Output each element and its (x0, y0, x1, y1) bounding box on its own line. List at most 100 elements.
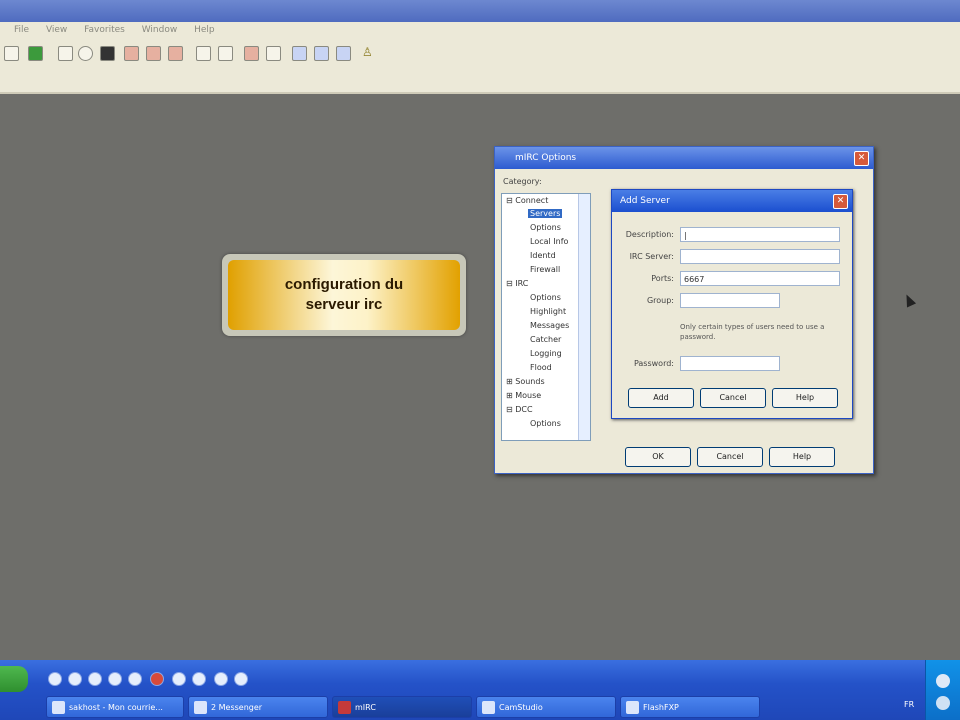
tree-item-highlight[interactable]: Highlight (530, 307, 566, 316)
messenger-task-icon (194, 701, 207, 714)
task-mirc[interactable]: mIRC (332, 696, 472, 718)
scripts-icon[interactable] (100, 46, 115, 61)
tree-item-messages[interactable]: Messages (530, 321, 569, 330)
description-label: Description: (625, 230, 674, 239)
tree-item-flood[interactable]: Flood (530, 363, 552, 372)
app-icon[interactable] (150, 672, 164, 686)
close-icon[interactable]: ✕ (833, 194, 848, 209)
tree-item-irc-options[interactable]: Options (530, 293, 561, 302)
add-server-cancel-button[interactable]: Cancel (700, 388, 766, 408)
ports-field[interactable]: 6667 (680, 271, 840, 286)
mail-task-icon (52, 701, 65, 714)
tray-network-icon[interactable] (936, 696, 950, 710)
options-dialog-title-bar[interactable]: mIRC Options ✕ (495, 147, 873, 169)
channel-list-icon[interactable] (78, 46, 93, 61)
irc-server-field[interactable] (680, 249, 840, 264)
category-label: Category: (503, 177, 542, 186)
timer-icon[interactable] (244, 46, 259, 61)
password-label: Password: (633, 359, 674, 368)
mail-icon[interactable] (128, 672, 142, 686)
tree-item-connect[interactable]: ⊟ Connect (506, 196, 548, 205)
task-label: sakhost - Mon courrie... (69, 703, 163, 712)
tree-item-options[interactable]: Options (530, 223, 561, 232)
address-book-icon[interactable] (124, 46, 139, 61)
tree-item-irc[interactable]: ⊟ IRC (506, 279, 528, 288)
tree-item-catcher[interactable]: Catcher (530, 335, 561, 344)
browser-icon[interactable] (68, 672, 82, 686)
start-button[interactable] (0, 666, 28, 692)
add-server-title: Add Server (620, 196, 670, 206)
tree-item-logging[interactable]: Logging (530, 349, 562, 358)
caption-banner: configuration du serveur irc (222, 254, 466, 336)
mirc-task-icon (338, 701, 351, 714)
close-icon[interactable]: ✕ (854, 151, 869, 166)
colors-icon[interactable] (266, 46, 281, 61)
description-field[interactable]: | (680, 227, 840, 242)
tile-icon[interactable] (314, 46, 329, 61)
dcc-chat-icon[interactable] (168, 46, 183, 61)
arrange-icon[interactable] (336, 46, 351, 61)
folder-icon[interactable] (172, 672, 186, 686)
help-button[interactable]: Help (769, 447, 835, 467)
group-label: Group: (646, 296, 674, 305)
tree-item-servers[interactable]: Servers (528, 209, 563, 218)
caption-banner-inner: configuration du serveur irc (228, 260, 460, 330)
flashfxp-task-icon (626, 701, 639, 714)
task-camstudio[interactable]: CamStudio (476, 696, 616, 718)
group-field[interactable] (680, 293, 780, 308)
dcc-send-icon[interactable] (146, 46, 161, 61)
tree-item-mouse[interactable]: ⊞ Mouse (506, 391, 541, 400)
taskbar: sakhost - Mon courrie... 2 Messenger mIR… (0, 660, 960, 720)
system-tray (925, 660, 960, 720)
options-icon[interactable] (58, 46, 73, 61)
tray-user-icon[interactable] (936, 674, 950, 688)
toolbar: ♙ (0, 40, 960, 94)
notify-icon[interactable] (196, 46, 211, 61)
task-messenger[interactable]: 2 Messenger (188, 696, 328, 718)
player-icon[interactable] (192, 672, 206, 686)
ok-button[interactable]: OK (625, 447, 691, 467)
connect-icon[interactable] (4, 46, 19, 61)
password-note: Only certain types of users need to use … (680, 323, 825, 341)
options-dialog-title: mIRC Options (515, 153, 577, 163)
messenger-icon[interactable] (108, 672, 122, 686)
add-button[interactable]: Add (628, 388, 694, 408)
menu-file[interactable]: File (14, 25, 29, 35)
add-server-help-button[interactable]: Help (772, 388, 838, 408)
category-tree[interactable]: ⊟ Connect Servers Options Local Info Ide… (501, 193, 591, 441)
task-label: 2 Messenger (211, 703, 263, 712)
menu-help[interactable]: Help (194, 25, 215, 35)
tree-item-dcc-options[interactable]: Options (530, 419, 561, 428)
help-icon[interactable]: ♙ (362, 46, 375, 59)
task-flashfxp[interactable]: FlashFXP (620, 696, 760, 718)
menu-view[interactable]: View (46, 25, 67, 35)
cascade-icon[interactable] (292, 46, 307, 61)
add-server-title-bar[interactable]: Add Server ✕ (612, 190, 852, 212)
tree-item-firewall[interactable]: Firewall (530, 265, 560, 274)
task-label: mIRC (355, 703, 376, 712)
menu-window[interactable]: Window (142, 25, 178, 35)
task-mail[interactable]: sakhost - Mon courrie... (46, 696, 184, 718)
tree-item-local-info[interactable]: Local Info (530, 237, 568, 246)
tree-item-dcc[interactable]: ⊟ DCC (506, 405, 533, 414)
tree-item-sounds[interactable]: ⊞ Sounds (506, 377, 545, 386)
tree-item-identd[interactable]: Identd (530, 251, 556, 260)
disconnect-icon[interactable] (28, 46, 43, 61)
menu-favorites[interactable]: Favorites (84, 25, 125, 35)
settings-icon[interactable] (214, 672, 228, 686)
password-field[interactable] (680, 356, 780, 371)
add-server-dialog: Add Server ✕ Description: | IRC Server: … (611, 189, 917, 419)
media-icon[interactable] (88, 672, 102, 686)
tree-scrollbar[interactable] (578, 194, 590, 440)
cancel-button[interactable]: Cancel (697, 447, 763, 467)
language-indicator[interactable]: FR (904, 700, 914, 709)
task-label: CamStudio (499, 703, 543, 712)
url-list-icon[interactable] (218, 46, 233, 61)
desktop-icon[interactable] (48, 672, 62, 686)
more-icon[interactable] (234, 672, 248, 686)
caption-line-1: configuration du (284, 276, 404, 293)
ports-label: Ports: (651, 274, 674, 283)
task-label: FlashFXP (643, 703, 679, 712)
caption-text: configuration du serveur irc (244, 275, 444, 315)
options-dialog: mIRC Options ✕ Category: ⊟ Connect Serve… (494, 146, 917, 474)
